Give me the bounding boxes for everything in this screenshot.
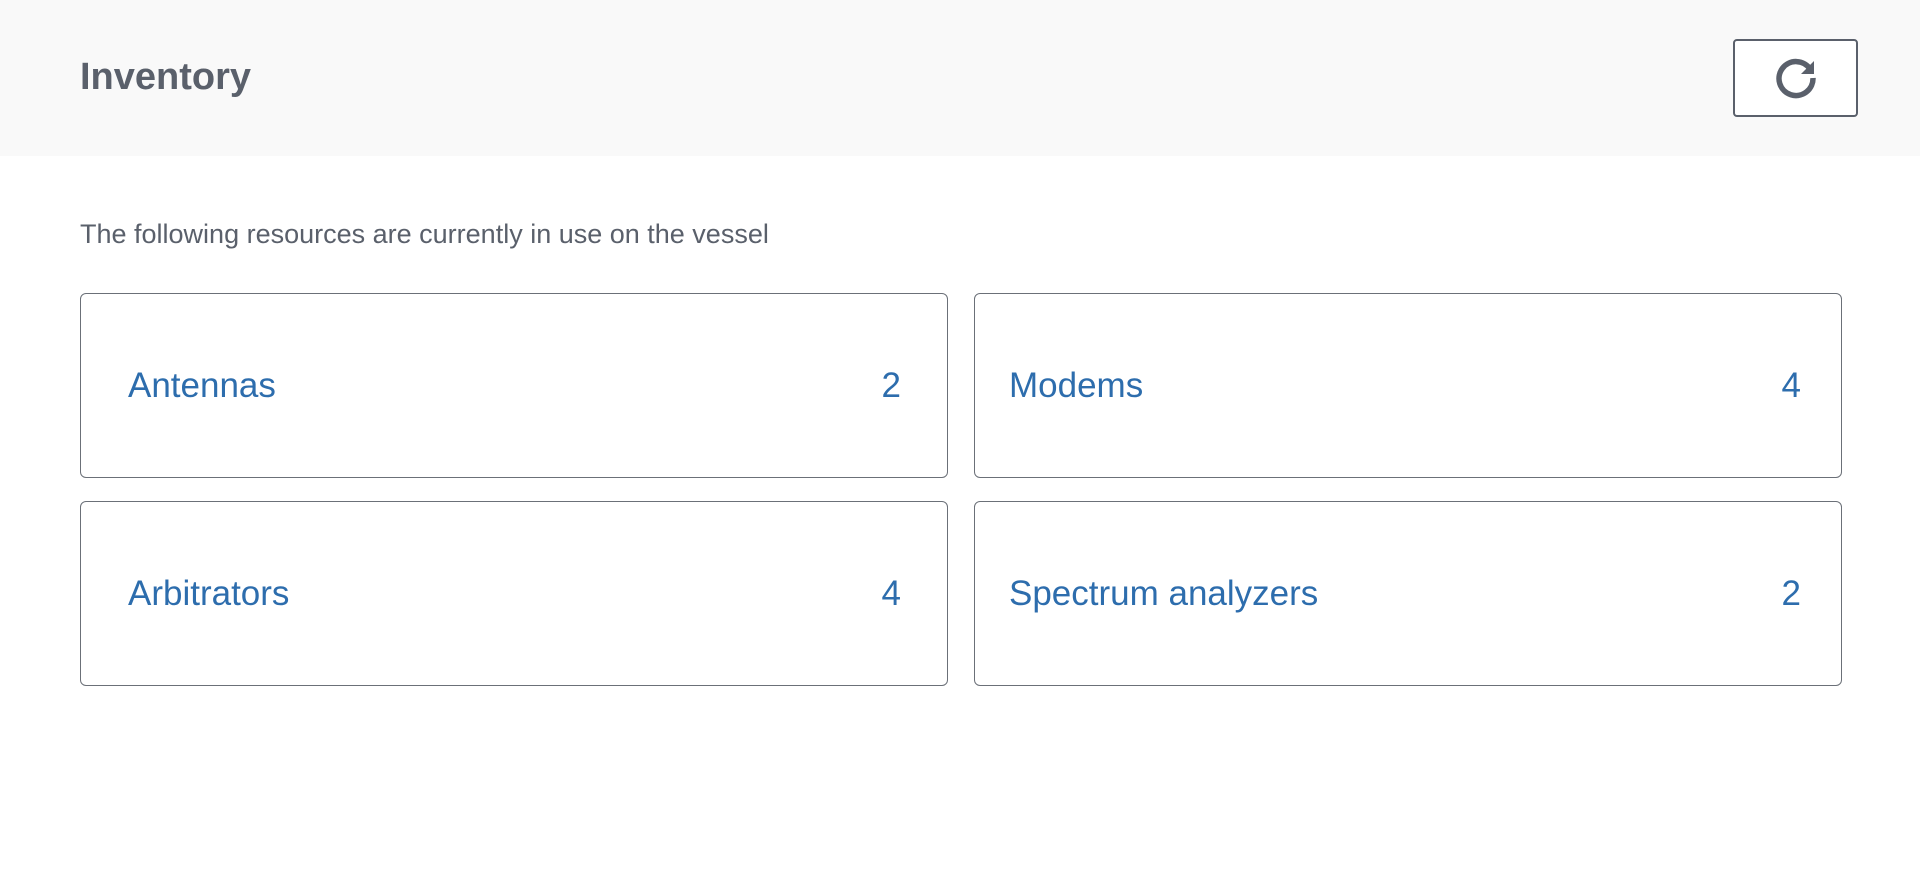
refresh-button[interactable] [1733,39,1858,117]
resource-card-antennas[interactable]: Antennas 2 [80,293,948,478]
resource-label: Modems [1009,365,1144,405]
resource-card-grid: Antennas 2 Modems 4 Arbitrators 4 Spectr… [80,293,1842,686]
resource-label: Arbitrators [128,573,290,613]
resource-card-modems[interactable]: Modems 4 [974,293,1842,478]
resource-label: Antennas [128,365,276,405]
resource-count: 2 [1781,573,1801,613]
inventory-description: The following resources are currently in… [80,219,769,249]
page-title: Inventory [80,56,252,98]
resource-count: 4 [1781,365,1801,405]
resource-card-spectrum-analyzers[interactable]: Spectrum analyzers 2 [974,501,1842,686]
resource-count: 4 [881,573,901,613]
resource-label: Spectrum analyzers [1009,573,1319,613]
resource-card-arbitrators[interactable]: Arbitrators 4 [80,501,948,686]
refresh-icon [1772,54,1820,102]
resource-count: 2 [881,365,901,405]
page-header: Inventory [0,0,1920,156]
